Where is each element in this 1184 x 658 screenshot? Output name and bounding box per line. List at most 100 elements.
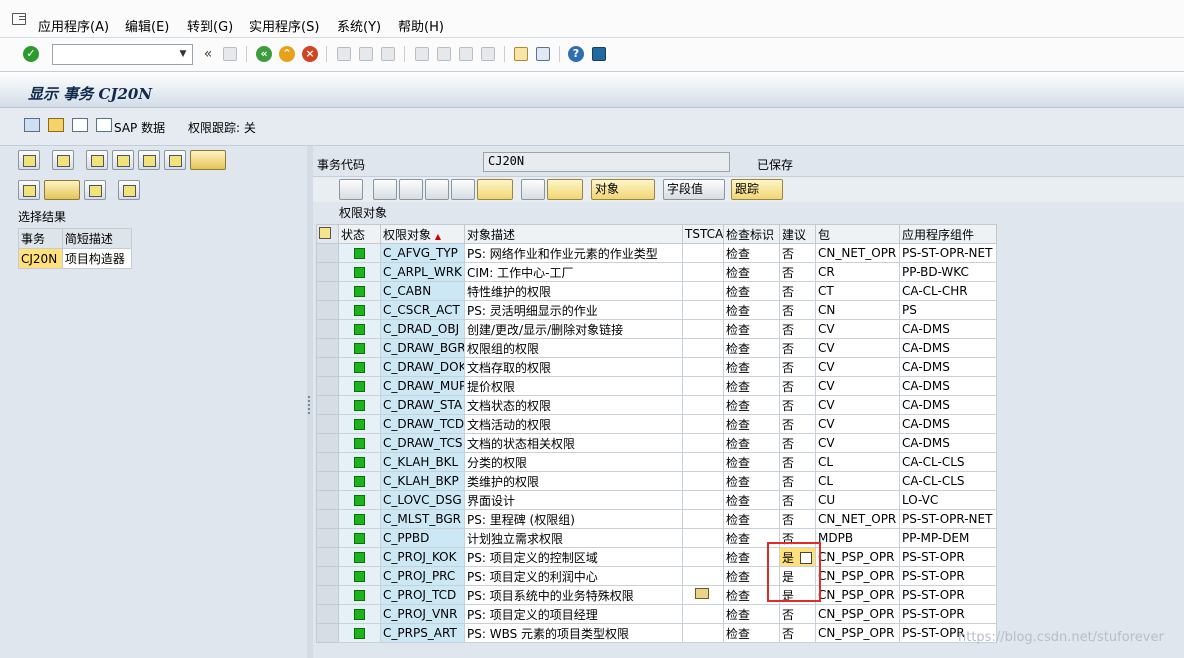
table-row[interactable]: C_DRAW_BGR 权限组的权限 检查否 CV CA-DMS [316,338,997,358]
help-button[interactable]: ? [566,44,586,64]
print-button[interactable] [334,44,354,64]
cell-auth-object[interactable]: C_PROJ_PRC [380,566,465,586]
find-next-button[interactable] [451,179,475,200]
col-header[interactable]: 包 [815,224,900,244]
select-all-icon[interactable] [316,224,339,244]
menu-application[interactable]: 应用程序(A) [38,16,109,35]
table-row[interactable]: C_CSCR_ACT PS: 灵活明细显示的作业 检查否 CN PS [316,300,997,320]
cell-proposal[interactable]: 否 [779,243,816,263]
tcode-field[interactable]: CJ20N [483,152,730,172]
row-selector[interactable] [316,357,339,377]
table-row[interactable]: CJ20N 项目构造器 [18,248,133,269]
col-header[interactable]: TSTCA [682,224,724,244]
table-row[interactable]: C_PROJ_KOK PS: 项目定义的控制区域 检查是 CN_PSP_OPR PS-S… [316,547,997,567]
menu-icon[interactable] [12,13,26,25]
shortcut-button[interactable] [533,44,553,64]
cell-proposal[interactable]: 否 [779,452,816,472]
col-header[interactable]: 事务 [18,228,63,249]
cell-auth-object[interactable]: C_LOVC_DSG [380,490,465,510]
filter-button[interactable] [190,150,226,170]
table-row[interactable]: C_AFVG_TYP PS: 网络作业和作业元素的作业类型 检查否 CN_NET_OP… [316,243,997,263]
cell-proposal[interactable]: 否 [779,319,816,339]
cell-proposal[interactable]: 否 [779,433,816,453]
zoom-button[interactable] [52,150,74,170]
cell-transaction[interactable]: CJ20N [18,248,63,269]
save-button[interactable] [220,44,240,64]
cell-auth-object[interactable]: C_PROJ_TCD [380,585,465,605]
menu-help[interactable]: 帮助(H) [398,16,444,35]
cell-proposal[interactable]: 否 [779,509,816,529]
trace-button[interactable]: 跟踪 [731,179,783,200]
row-selector[interactable] [316,623,339,643]
abc-button[interactable] [118,180,140,200]
row-selector[interactable] [316,509,339,529]
menu-goto[interactable]: 转到(G) [187,16,233,35]
cell-auth-object[interactable]: C_DRAW_MUP [380,376,465,396]
cell-auth-object[interactable]: C_PROJ_KOK [380,547,465,567]
sort-asc-button[interactable] [373,179,397,200]
table-row[interactable]: C_PROJ_TCD PS: 项目系统中的业务特殊权限 检查是 CN_PSP_OPR P… [316,585,997,605]
cell-auth-object[interactable]: C_PRPS_ART [380,623,465,643]
cell-auth-object[interactable]: C_DRAW_STA [380,395,465,415]
list-icon[interactable] [72,118,88,132]
command-field[interactable]: ▼ [52,44,193,65]
cell-auth-object[interactable]: C_DRAW_DOK [380,357,465,377]
cell-proposal[interactable]: 否 [779,395,816,415]
row-selector[interactable] [316,319,339,339]
col-header[interactable]: 状态 [338,224,381,244]
table-row[interactable]: C_DRAW_DOK 文档存取的权限 检查否 CV CA-DMS [316,357,997,377]
find-next-button[interactable] [378,44,398,64]
cell-auth-object[interactable]: C_DRAW_BGR [380,338,465,358]
layout-button[interactable] [84,180,106,200]
filter-button[interactable] [477,179,513,200]
col-header[interactable]: 对象描述 [464,224,683,244]
cell-auth-object[interactable]: C_CSCR_ACT [380,300,465,320]
print-button[interactable] [521,179,545,200]
layout-button[interactable] [589,44,609,64]
row-selector[interactable] [316,281,339,301]
layout-button[interactable] [547,179,583,200]
cell-auth-object[interactable]: C_ARPL_WRK [380,262,465,282]
values-icon[interactable] [695,588,709,599]
table-row[interactable]: C_DRAW_STA 文档状态的权限 检查否 CV CA-DMS [316,395,997,415]
details-button[interactable] [18,150,40,170]
print-button[interactable] [18,180,40,200]
row-selector[interactable] [316,414,339,434]
row-selector[interactable] [316,490,339,510]
table-row[interactable]: C_PRPS_ART PS: WBS 元素的项目类型权限 检查否 CN_PSP_OPR… [316,623,997,643]
cell-proposal[interactable]: 否 [779,357,816,377]
cell-auth-object[interactable]: C_DRAD_OBJ [380,319,465,339]
cell-proposal[interactable]: 否 [779,262,816,282]
cell-proposal[interactable]: 否 [779,414,816,434]
row-selector[interactable] [316,471,339,491]
col-header[interactable]: 建议 [779,224,816,244]
object-dropdown[interactable]: 对象 [591,179,655,200]
sort-desc-button[interactable] [112,150,134,170]
col-header[interactable]: 简短描述 [61,228,133,249]
row-selector[interactable] [316,528,339,548]
chevron-down-icon[interactable]: ▼ [176,47,190,62]
table-row[interactable]: C_MLST_BGR PS: 里程碑 (权限组) 检查否 CN_NET_OPR PS-S… [316,509,997,529]
col-header[interactable]: 权限对象 ▲ [380,224,465,244]
cell-auth-object[interactable]: C_PPBD [380,528,465,548]
table-row[interactable]: C_LOVC_DSG 界面设计 检查否 CU LO-VC [316,490,997,510]
row-selector[interactable] [316,547,339,567]
col-header[interactable]: 应用程序组件 [899,224,997,244]
row-selector[interactable] [316,566,339,586]
row-selector[interactable] [316,262,339,282]
folder-icon[interactable] [48,118,64,132]
cell-auth-object[interactable]: C_PROJ_VNR [380,604,465,624]
cell-proposal[interactable]: 否 [779,338,816,358]
table-row[interactable]: C_PROJ_PRC PS: 项目定义的利润中心 检查是 CN_PSP_OPR PS-S… [316,566,997,586]
cell-proposal[interactable]: 否 [779,471,816,491]
cell-auth-object[interactable]: C_DRAW_TCD [380,414,465,434]
details-button[interactable] [339,179,363,200]
row-selector[interactable] [316,585,339,605]
exit-button[interactable]: ⌃ [277,44,297,64]
cell-proposal[interactable]: 否 [779,604,816,624]
cell-description[interactable]: 项目构造器 [61,248,133,269]
find-next-button[interactable] [164,150,186,170]
row-selector[interactable] [316,243,339,263]
enter-button[interactable]: ✓ [21,44,41,64]
edit-glasses-icon[interactable] [24,118,40,132]
